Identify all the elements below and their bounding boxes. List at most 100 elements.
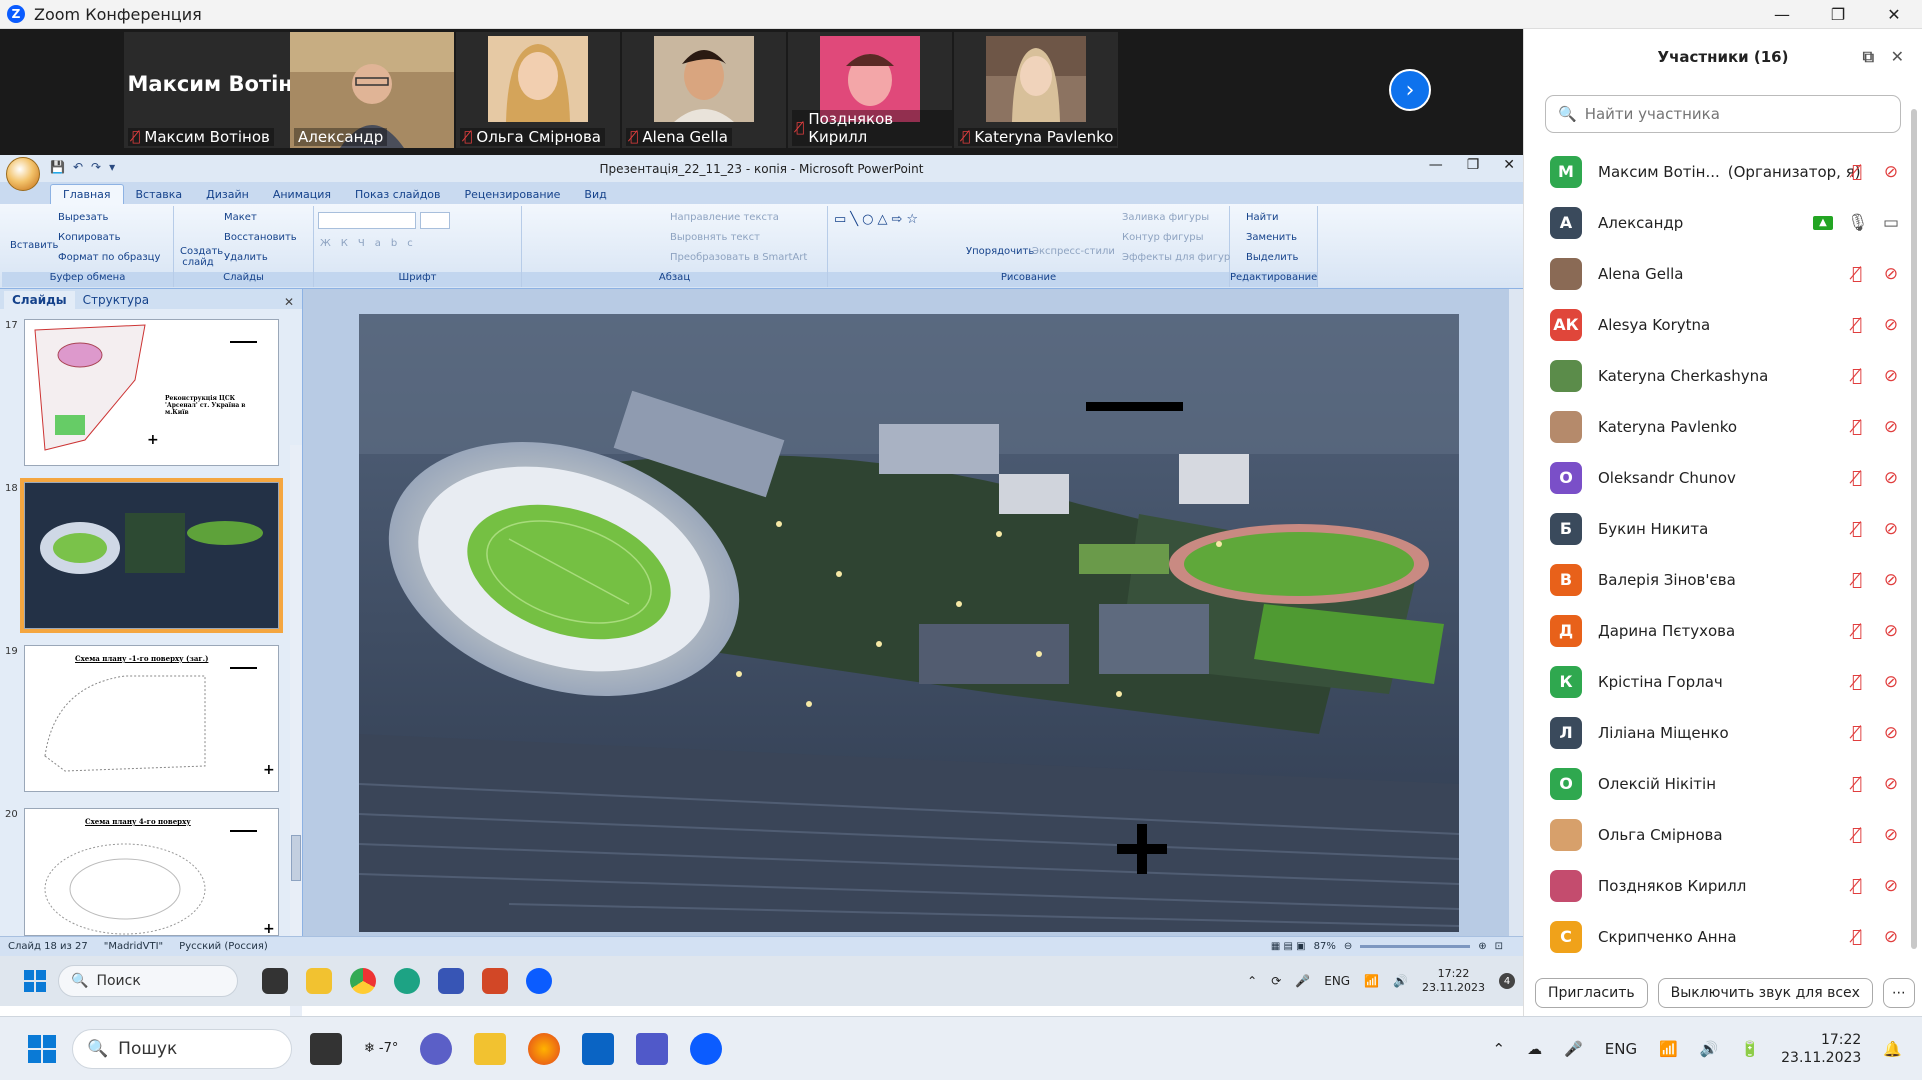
- video-off-icon[interactable]: ⊘: [1881, 366, 1901, 386]
- slides-tab[interactable]: Слайды: [4, 291, 75, 309]
- close-panel-icon[interactable]: ✕: [1891, 47, 1904, 66]
- video-off-icon[interactable]: ⊘: [1881, 927, 1901, 947]
- powerpoint-icon[interactable]: [482, 968, 508, 994]
- shape-effects-button[interactable]: Эффекты для фигур: [1122, 252, 1230, 263]
- tab-design[interactable]: Дизайн: [194, 185, 261, 204]
- mute-all-button[interactable]: Выключить звук для всех: [1657, 978, 1873, 1008]
- select-button[interactable]: Выделить: [1246, 252, 1298, 263]
- mic-muted-icon[interactable]: 🎙̸: [1847, 774, 1867, 794]
- notification-bell-icon[interactable]: 🔔: [1883, 1040, 1902, 1058]
- notification-badge[interactable]: 4: [1499, 973, 1515, 989]
- video-off-icon[interactable]: ⊘: [1881, 723, 1901, 743]
- zoom-in-icon[interactable]: ⊕: [1478, 941, 1486, 952]
- delete-slide-button[interactable]: Удалить: [224, 252, 268, 263]
- firefox-icon[interactable]: [528, 1032, 561, 1065]
- minimize-button[interactable]: —: [1754, 0, 1810, 29]
- mic-muted-icon[interactable]: 🎙̸: [1847, 519, 1867, 539]
- mic-muted-icon[interactable]: 🎙̸: [1847, 621, 1867, 641]
- video-tile[interactable]: 🎙̸ Поздняков Кирилл: [788, 32, 952, 148]
- slide-thumbnail[interactable]: 17 + Реконструкція ЦСК 'Арсенал' ст. Укр…: [5, 319, 279, 466]
- mic-muted-icon[interactable]: 🎙̸: [1847, 315, 1867, 335]
- ppt-maximize-button[interactable]: ❐: [1467, 157, 1480, 173]
- outline-tab[interactable]: Структура: [75, 291, 157, 309]
- participant-row[interactable]: Kateryna Cherkashyna 🎙̸ ⊘: [1524, 350, 1922, 401]
- participant-row[interactable]: В Валерія Зінов'єва 🎙̸ ⊘: [1524, 554, 1922, 605]
- participant-row[interactable]: О Олексій Нікітін 🎙̸ ⊘: [1524, 758, 1922, 809]
- participant-row[interactable]: Ольга Смірнова 🎙̸ ⊘: [1524, 809, 1922, 860]
- participant-row[interactable]: Д Дарина Пєтухова 🎙̸ ⊘: [1524, 605, 1922, 656]
- tab-review[interactable]: Рецензирование: [453, 185, 573, 204]
- font-size-input[interactable]: [420, 212, 450, 229]
- video-off-icon[interactable]: ⊘: [1881, 672, 1901, 692]
- weather-widget[interactable]: ❄ -7°: [364, 1041, 398, 1056]
- shared-search-box[interactable]: 🔍 Поиск: [58, 965, 238, 997]
- participant-row[interactable]: Kateryna Pavlenko 🎙̸ ⊘: [1524, 401, 1922, 452]
- replace-button[interactable]: Заменить: [1246, 232, 1297, 243]
- tab-home[interactable]: Главная: [50, 184, 124, 204]
- font-format-buttons[interactable]: ЖКЧabc: [320, 238, 423, 249]
- explorer-icon[interactable]: [306, 968, 332, 994]
- smartart-button[interactable]: Преобразовать в SmartArt: [670, 252, 807, 263]
- taskview-icon[interactable]: [262, 968, 288, 994]
- shape-fill-button[interactable]: Заливка фигуры: [1122, 212, 1209, 223]
- chat-icon[interactable]: [420, 1032, 453, 1065]
- video-off-icon[interactable]: ⊘: [1881, 519, 1901, 539]
- find-button[interactable]: Найти: [1246, 212, 1278, 223]
- video-off-icon[interactable]: ⊘: [1881, 315, 1901, 335]
- video-tile[interactable]: 🎙̸ Alena Gella: [622, 32, 786, 148]
- zoom-slider[interactable]: [1360, 945, 1471, 948]
- shapes-gallery[interactable]: ▭╲○△⇨☆: [834, 212, 922, 227]
- participant-scrollbar[interactable]: [1911, 109, 1917, 949]
- participant-row[interactable]: С Скрипченко Анна 🎙̸ ⊘: [1524, 911, 1922, 962]
- mic-muted-icon[interactable]: 🎙̸: [1847, 876, 1867, 896]
- zoom-out-icon[interactable]: ⊖: [1344, 941, 1352, 952]
- video-off-icon[interactable]: ⊘: [1881, 162, 1901, 182]
- tab-insert[interactable]: Вставка: [124, 185, 195, 204]
- mic-muted-icon[interactable]: 🎙̸: [1847, 468, 1867, 488]
- maximize-button[interactable]: ❐: [1810, 0, 1866, 29]
- outlook-icon[interactable]: [582, 1032, 615, 1065]
- more-options-button[interactable]: ⋯: [1882, 978, 1915, 1008]
- office-button-icon[interactable]: [6, 157, 40, 191]
- tab-animation[interactable]: Анимация: [261, 185, 343, 204]
- tab-view[interactable]: Вид: [572, 185, 618, 204]
- mic-muted-icon[interactable]: 🎙̸: [1847, 570, 1867, 590]
- video-tile[interactable]: 🎙̸ Ольга Смірнова: [456, 32, 620, 148]
- next-page-button[interactable]: ›: [1389, 69, 1431, 111]
- participant-row[interactable]: O Oleksandr Chunov 🎙̸ ⊘: [1524, 452, 1922, 503]
- participant-row[interactable]: М Максим Вотін... (Организатор, я) 🎙̸ ⊘: [1524, 146, 1922, 197]
- video-off-icon[interactable]: ⊘: [1881, 468, 1901, 488]
- mic-muted-icon[interactable]: 🎙̸: [1847, 264, 1867, 284]
- tray-chevron-icon[interactable]: ⌃: [1247, 974, 1257, 988]
- slide-thumbnail[interactable]: 20 Схема плану 4-го поверху +: [5, 808, 279, 937]
- layout-button[interactable]: Макет: [224, 212, 257, 223]
- quick-styles-button[interactable]: Экспресс-стили: [1032, 246, 1115, 257]
- participant-row[interactable]: Л Ліліана Міщенко 🎙̸ ⊘: [1524, 707, 1922, 758]
- teams-icon[interactable]: [636, 1032, 669, 1065]
- align-text-button[interactable]: Выровнять текст: [670, 232, 760, 243]
- participant-row[interactable]: К Крістіна Горлач 🎙̸ ⊘: [1524, 656, 1922, 707]
- video-off-icon[interactable]: ⊘: [1881, 774, 1901, 794]
- copy-button[interactable]: Копировать: [58, 232, 120, 243]
- input-language[interactable]: ENG: [1324, 974, 1350, 988]
- ppt-minimize-button[interactable]: —: [1429, 157, 1443, 173]
- fit-window-icon[interactable]: ⊡: [1495, 941, 1503, 952]
- participant-row[interactable]: Поздняков Кирилл 🎙̸ ⊘: [1524, 860, 1922, 911]
- participant-search-input[interactable]: [1584, 105, 1885, 123]
- video-icon[interactable]: ▭: [1881, 213, 1901, 233]
- video-off-icon[interactable]: ⊘: [1881, 417, 1901, 437]
- participant-row[interactable]: Б Букин Никита 🎙̸ ⊘: [1524, 503, 1922, 554]
- arrange-button[interactable]: Упорядочить: [966, 246, 1034, 257]
- mic-muted-icon[interactable]: 🎙̸: [1847, 672, 1867, 692]
- tab-slideshow[interactable]: Показ слайдов: [343, 185, 453, 204]
- tray-chevron-icon[interactable]: ⌃: [1492, 1040, 1505, 1058]
- shape-outline-button[interactable]: Контур фигуры: [1122, 232, 1204, 243]
- mic-muted-icon[interactable]: 🎙̸: [1847, 162, 1867, 182]
- mic-muted-icon[interactable]: 🎙̸: [1847, 366, 1867, 386]
- invite-button[interactable]: Пригласить: [1535, 978, 1648, 1008]
- font-name-input[interactable]: [318, 212, 416, 229]
- reset-button[interactable]: Восстановить: [224, 232, 297, 243]
- ppt-close-button[interactable]: ✕: [1503, 157, 1515, 173]
- slide-thumbnail[interactable]: 19 Схема плану -1-го поверху (заг.) +: [5, 645, 279, 792]
- cut-button[interactable]: Вырезать: [58, 212, 108, 223]
